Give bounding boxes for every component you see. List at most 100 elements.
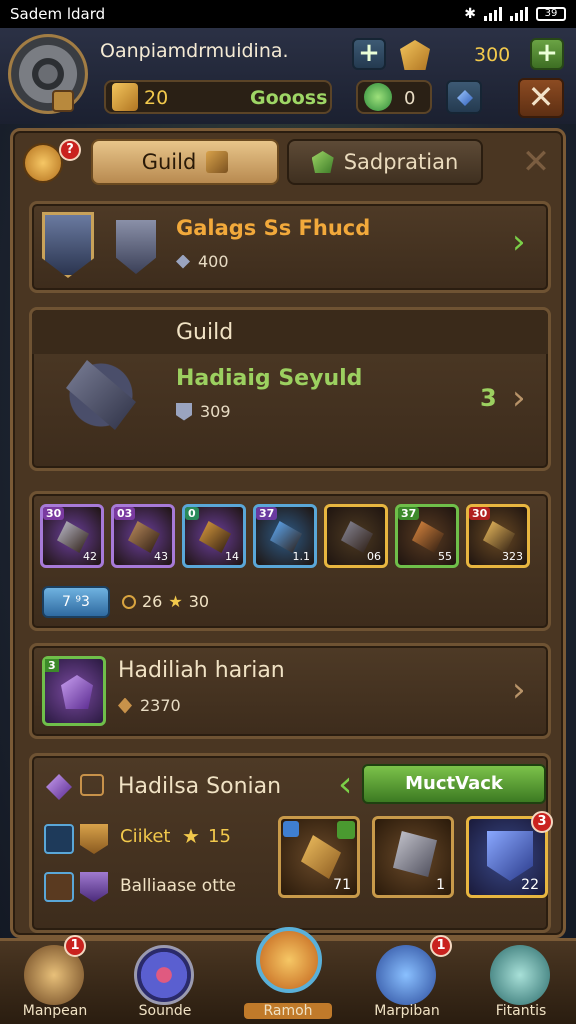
player-avatar[interactable]: [8, 34, 88, 114]
chevron-right-icon[interactable]: ›: [512, 222, 526, 262]
diamond-icon: [176, 254, 190, 269]
card4-title: Hadiliah harian: [118, 658, 285, 683]
item-slot[interactable]: 30 323: [466, 504, 530, 568]
nav-badge: 1: [64, 935, 86, 957]
item-slot[interactable]: 0 14: [182, 504, 246, 568]
reward-slot-3[interactable]: 3 22: [466, 811, 553, 898]
battery-icon: 39: [536, 7, 566, 21]
panel-close-icon[interactable]: ✕: [513, 141, 559, 185]
chevron-left-icon[interactable]: ‹: [338, 766, 364, 806]
notification-badge: ?: [59, 139, 81, 161]
blue-crystal-icon: [44, 824, 74, 854]
item-count: 43: [154, 550, 168, 563]
card5-row1-label: Ciiket: [120, 826, 171, 847]
item-level: 30: [43, 507, 65, 520]
status-bar: Sadem ldard ✱ 39: [0, 0, 576, 28]
green-tag-icon: [337, 821, 355, 839]
purple-shield-icon: [80, 872, 108, 902]
info-row: 26 ★ 30: [122, 592, 209, 611]
tab-row: ? Guild Sadpratian ✕: [13, 131, 563, 193]
tab-guild-label: Guild: [141, 150, 197, 174]
close-button[interactable]: ✕: [518, 78, 564, 118]
items-card: 30 42 03 43 0 14 37 1.1 06 37 55 30 323 7 ⁹3 26 ★ 30: [29, 491, 551, 631]
card1-value: 400: [198, 252, 229, 271]
banner-icon: [116, 220, 156, 274]
nav-badge: 1: [430, 935, 452, 957]
guild-panel: ? Guild Sadpratian ✕ Galags Ss Fhucd 400…: [10, 128, 566, 938]
nav-label: Sounde: [138, 1003, 192, 1019]
small-shield-icon: [176, 402, 192, 421]
blue-tag-icon: [283, 821, 299, 837]
guild-detail-card[interactable]: Guild Hadiaig Seyuld 309 3 ›: [29, 307, 551, 471]
tab-sadpratian[interactable]: Sadpratian: [287, 139, 483, 185]
info-star-value: 30: [188, 592, 210, 611]
blue-gem-button[interactable]: [446, 80, 482, 114]
add-friend-button[interactable]: +: [352, 38, 386, 70]
star-icon: ★: [182, 824, 200, 848]
item-count: 42: [83, 550, 97, 563]
card2-count: 3: [480, 384, 497, 412]
nav-item-ramoh[interactable]: Ramoh: [228, 927, 348, 1024]
green-crystal-icon: [311, 151, 334, 173]
green-value: 0: [404, 88, 416, 109]
gold-icon: [400, 40, 430, 70]
reward-slot-2[interactable]: 1: [372, 816, 454, 898]
scroll-icon: [80, 774, 104, 796]
avatar-level-icon: [52, 90, 74, 112]
gems-value: 20: [144, 87, 169, 109]
reward-slot-1-count: 71: [333, 877, 351, 893]
status-indicators: ✱ 39: [464, 6, 566, 22]
tab-guild[interactable]: Guild: [91, 139, 279, 185]
nav-item-sounde[interactable]: Sounde: [110, 941, 220, 1024]
reward-slot-1[interactable]: 71: [278, 816, 360, 898]
item-level: 0: [185, 507, 199, 520]
item-slot[interactable]: 37 55: [395, 504, 459, 568]
harian-item-slot: 3: [42, 656, 106, 726]
reward-slot-2-count: 1: [436, 877, 445, 893]
tab-sadpratian-label: Sadpratian: [343, 150, 459, 174]
nav-item-marpiban[interactable]: 1 Marpiban: [352, 935, 462, 1024]
card1-value-row: 400: [176, 252, 229, 271]
card5-action-button[interactable]: MuctVack: [362, 764, 546, 804]
item-count: 14: [225, 550, 239, 563]
star-icon: ★: [168, 592, 183, 611]
golden-sword-icon: [301, 835, 341, 879]
resource-bar-left: 20 Goooss: [104, 80, 332, 114]
tome-icon: [393, 831, 437, 877]
item-count: 323: [502, 550, 523, 563]
gold-shield-icon: [80, 824, 108, 854]
signal-icon: [484, 7, 502, 21]
info-pill-button[interactable]: 7 ⁹3: [42, 586, 110, 618]
weapon-icon: [46, 340, 156, 450]
guild-emblem-icon[interactable]: [23, 143, 63, 183]
item-art-icon: [341, 521, 373, 553]
item-art-icon: [412, 521, 444, 553]
item-level: 03: [114, 507, 136, 520]
nav-item-manpean[interactable]: 1 Manpean: [0, 935, 110, 1024]
chevron-right-icon[interactable]: ›: [512, 378, 526, 418]
item-level: 30: [469, 507, 491, 520]
purple-gem-icon: [61, 675, 93, 709]
harian-card[interactable]: 3 Hadiliah harian 2370 ›: [29, 643, 551, 739]
green-gem-icon: [364, 83, 392, 111]
item-slot[interactable]: 30 42: [40, 504, 104, 568]
card4-value-row: 2370: [118, 696, 181, 715]
add-gold-button[interactable]: +: [530, 38, 564, 70]
item-slot[interactable]: 06: [324, 504, 388, 568]
book-icon: [112, 83, 138, 111]
item-slot[interactable]: 37 1.1: [253, 504, 317, 568]
info-coin-value: 26: [142, 592, 163, 611]
card5-title: Hadilsa Sonian: [118, 774, 282, 799]
nav-item-fitantis[interactable]: Fitantis: [466, 941, 576, 1024]
nav-label: Fitantis: [495, 1003, 547, 1019]
item-count: 06: [367, 550, 381, 563]
item-level: 37: [256, 507, 278, 520]
item-slot[interactable]: 03 43: [111, 504, 175, 568]
chevron-right-icon[interactable]: ›: [512, 670, 526, 710]
orb-icon: [134, 945, 194, 1005]
crossed-swords-icon: [490, 945, 550, 1005]
carrier-label: Sadem ldard: [10, 5, 106, 23]
nav-label: Marpiban: [374, 1003, 440, 1019]
blue-gem-icon: [457, 90, 473, 106]
guild-summary-card[interactable]: Galags Ss Fhucd 400 ›: [29, 201, 551, 293]
